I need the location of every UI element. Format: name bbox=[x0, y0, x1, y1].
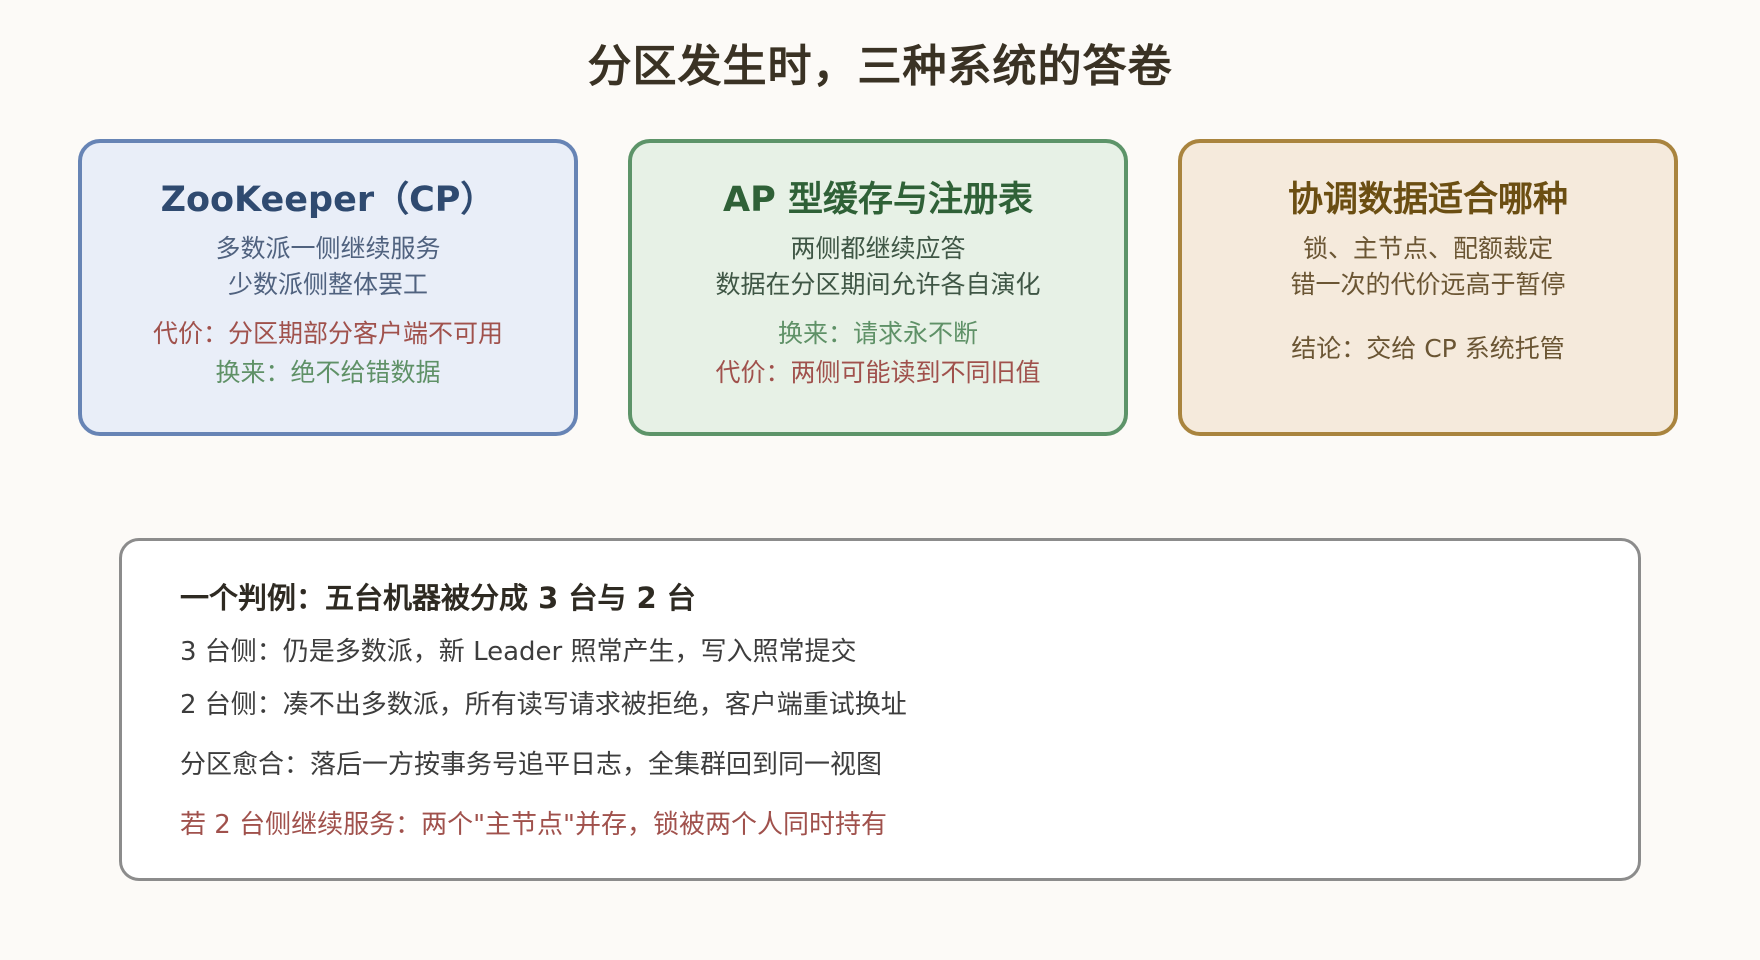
card-gain-line: 换来：请求永不断 bbox=[777, 319, 978, 348]
card-desc-line-1: 锁、主节点、配额裁定 bbox=[1302, 234, 1553, 263]
card-coordination-data: 协调数据适合哪种 锁、主节点、配额裁定 错一次的代价远高于暂停 结论：交给 CP… bbox=[1178, 139, 1678, 436]
card-desc-line-1: 多数派一侧继续服务 bbox=[215, 234, 441, 263]
case-line-majority: 3 台侧：仍是多数派，新 Leader 照常产生，写入照常提交 bbox=[180, 637, 857, 667]
card-desc-line-2: 少数派侧整体罢工 bbox=[227, 270, 428, 299]
card-gain-line: 换来：绝不给错数据 bbox=[215, 358, 441, 387]
card-desc-line-2: 数据在分区期间允许各自演化 bbox=[715, 270, 1041, 299]
card-title: ZooKeeper（CP） bbox=[160, 180, 496, 220]
card-cost-line: 代价：分区期部分客户端不可用 bbox=[152, 319, 503, 348]
card-title: 协调数据适合哪种 bbox=[1287, 180, 1568, 220]
card-zookeeper-cp: ZooKeeper（CP） 多数派一侧继续服务 少数派侧整体罢工 代价：分区期部… bbox=[78, 139, 578, 436]
case-line-heal: 分区愈合：落后一方按事务号追平日志，全集群回到同一视图 bbox=[180, 750, 883, 780]
card-conclusion-line: 结论：交给 CP 系统托管 bbox=[1291, 334, 1565, 363]
case-title: 一个判例：五台机器被分成 3 台与 2 台 bbox=[180, 581, 696, 615]
card-desc-line-2: 错一次的代价远高于暂停 bbox=[1290, 270, 1566, 299]
card-title: AP 型缓存与注册表 bbox=[723, 180, 1033, 220]
case-line-minority: 2 台侧：凑不出多数派，所有读写请求被拒绝，客户端重试换址 bbox=[180, 690, 907, 720]
card-desc-line-1: 两侧都继续应答 bbox=[790, 234, 966, 263]
case-line-warning: 若 2 台侧继续服务：两个"主节点"并存，锁被两个人同时持有 bbox=[180, 810, 887, 840]
case-panel: 一个判例：五台机器被分成 3 台与 2 台 3 台侧：仍是多数派，新 Leade… bbox=[119, 538, 1641, 881]
card-cost-line: 代价：两侧可能读到不同旧值 bbox=[715, 358, 1041, 387]
page-title: 分区发生时，三种系统的答卷 bbox=[587, 41, 1173, 92]
card-ap-cache-registry: AP 型缓存与注册表 两侧都继续应答 数据在分区期间允许各自演化 换来：请求永不… bbox=[628, 139, 1128, 436]
